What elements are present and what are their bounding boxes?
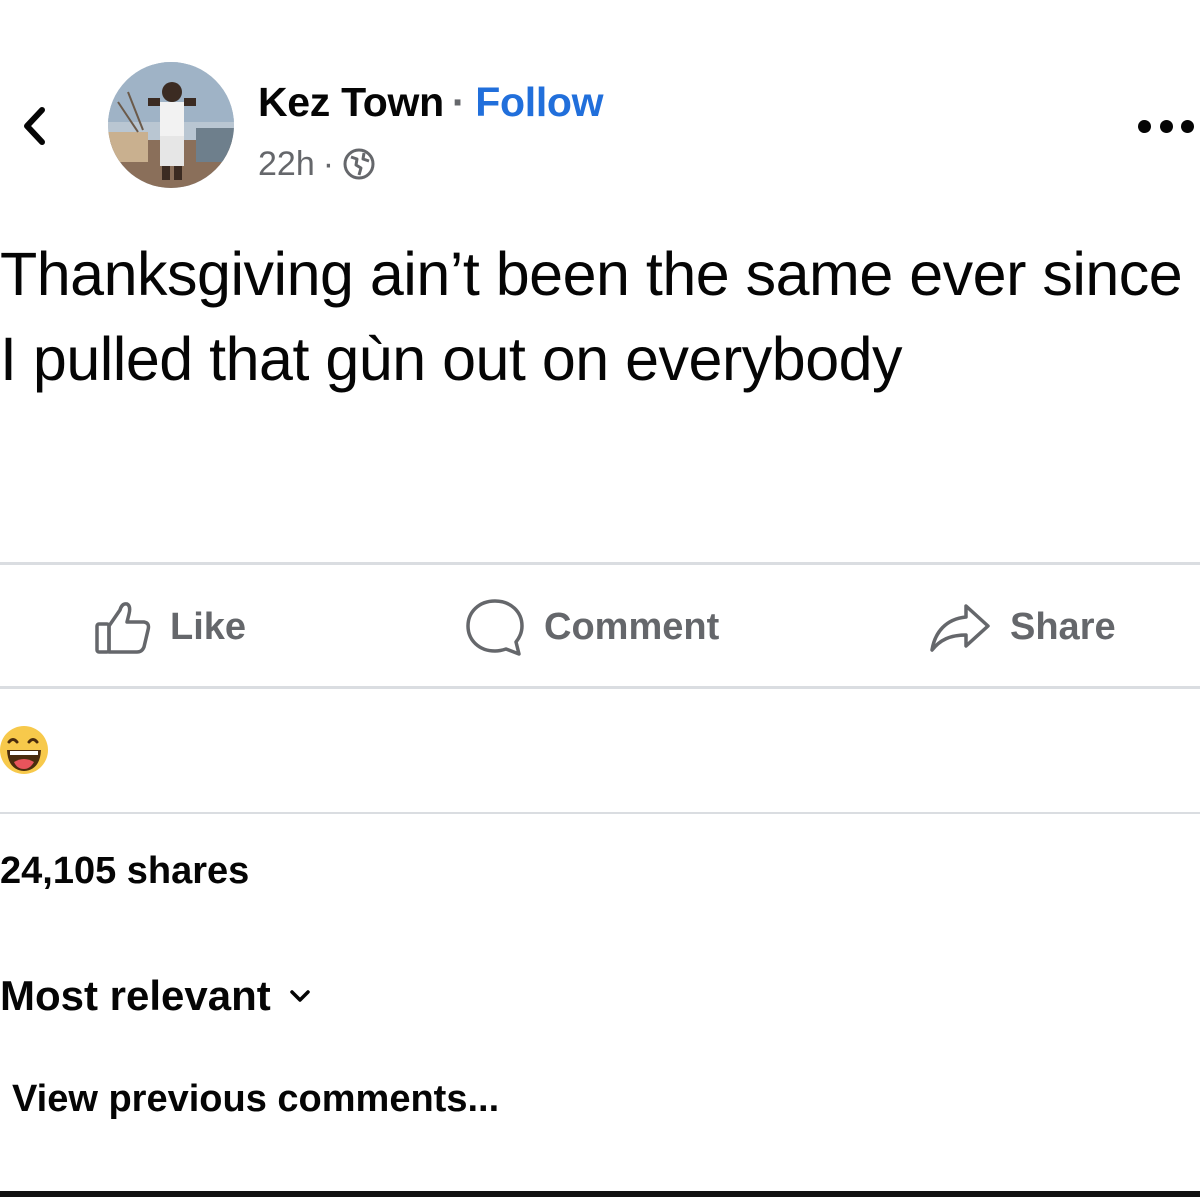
haha-reaction-icon bbox=[0, 726, 48, 774]
back-button[interactable] bbox=[12, 100, 56, 152]
comment-button[interactable]: Comment bbox=[464, 592, 719, 662]
thumbs-up-icon bbox=[95, 602, 151, 654]
chevron-down-icon bbox=[290, 990, 310, 1002]
comment-bubble-icon bbox=[466, 599, 524, 656]
bottom-edge-bar bbox=[0, 1191, 1200, 1197]
post-meta: 22h · bbox=[258, 140, 376, 188]
more-dot bbox=[1138, 119, 1151, 133]
reactions-summary[interactable] bbox=[0, 722, 50, 778]
author-name[interactable]: Kez Town bbox=[258, 79, 444, 126]
more-options-button[interactable] bbox=[1138, 108, 1194, 144]
chevron-left-icon bbox=[24, 107, 45, 145]
avatar[interactable] bbox=[108, 62, 234, 188]
comment-sort-select[interactable]: Most relevant bbox=[0, 968, 311, 1024]
like-button[interactable]: Like bbox=[94, 592, 246, 662]
name-separator: · bbox=[451, 78, 466, 125]
like-label: Like bbox=[170, 605, 247, 648]
share-label: Share bbox=[1010, 605, 1116, 648]
follow-button[interactable]: Follow bbox=[475, 79, 603, 126]
share-arrow-icon bbox=[930, 604, 990, 652]
share-button[interactable]: Share bbox=[928, 592, 1116, 662]
author-line: Kez Town · Follow bbox=[258, 76, 604, 128]
meta-separator: · bbox=[322, 144, 335, 183]
view-previous-comments-link[interactable]: View previous comments... bbox=[12, 1078, 499, 1121]
profile-photo bbox=[108, 62, 234, 188]
sort-label: Most relevant bbox=[0, 972, 271, 1019]
post-text: Thanksgiving ain’t been the same ever si… bbox=[0, 240, 1183, 393]
divider bbox=[0, 686, 1200, 689]
more-dot bbox=[1181, 119, 1194, 133]
more-dot bbox=[1159, 119, 1173, 133]
divider bbox=[0, 812, 1200, 814]
globe-icon bbox=[343, 148, 375, 180]
comment-label: Comment bbox=[544, 605, 720, 648]
shares-count[interactable]: 24,105 shares bbox=[0, 850, 249, 893]
post-view: Kez Town · Follow 22h · Thanksgiving ain… bbox=[0, 0, 1200, 1197]
divider bbox=[0, 562, 1200, 565]
timestamp[interactable]: 22h bbox=[258, 145, 315, 184]
